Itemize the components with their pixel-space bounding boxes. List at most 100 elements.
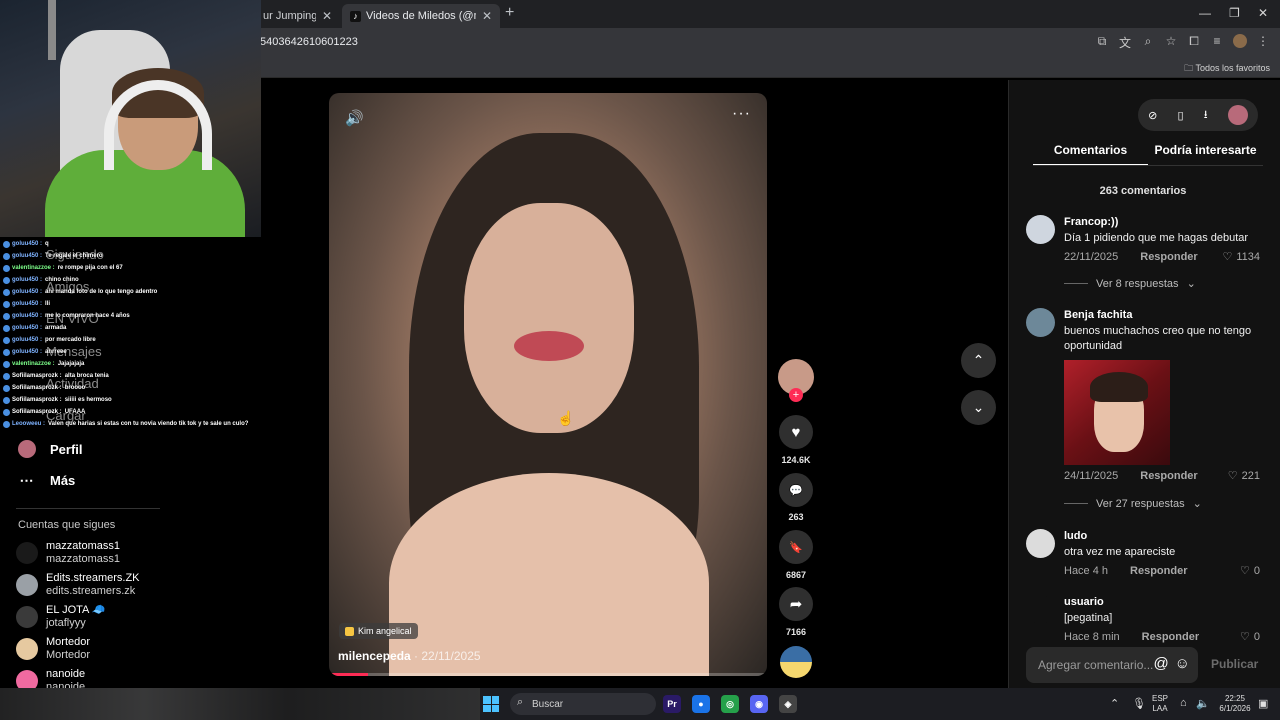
tab-suggested[interactable]: Podría interesarte xyxy=(1148,143,1263,166)
tab-miledos[interactable]: ♪ Videos de Miledos (@milen ✕ xyxy=(342,4,500,28)
comment-author[interactable]: ludo xyxy=(1064,529,1260,543)
comment-author[interactable]: Francop:)) xyxy=(1064,215,1260,229)
view-replies-button[interactable]: Ver 27 respuestas ⌄ xyxy=(1064,497,1202,510)
volume-icon[interactable]: 🔊 xyxy=(345,109,364,127)
speed-icon[interactable]: ⊘ xyxy=(1148,109,1157,122)
chat-message: goluu450 : lli xyxy=(3,298,261,310)
tab-comments[interactable]: Comentarios xyxy=(1033,143,1148,166)
minimize-button[interactable]: — xyxy=(1199,6,1211,20)
comment-like-button[interactable]: ♡ 0 xyxy=(1240,630,1260,644)
save-button[interactable]: 🔖 xyxy=(779,530,813,564)
maximize-button[interactable]: ❐ xyxy=(1229,6,1240,20)
folder-icon: 🗀 xyxy=(1184,63,1194,73)
video-player[interactable]: 🔊 ··· Kim angelical milencepeda · 22/11/… xyxy=(329,93,767,676)
taskbar-search[interactable]: ⌕ Buscar xyxy=(510,693,656,715)
comment-like-button[interactable]: ♡ 221 xyxy=(1228,469,1260,483)
tab-jumping[interactable]: ur Jumping Ski ✕ xyxy=(255,4,340,28)
nav-more[interactable]: ⋯ Más xyxy=(18,472,76,489)
like-button[interactable]: ♥ xyxy=(779,415,813,449)
network-icon[interactable]: ⌂ xyxy=(1180,697,1187,709)
next-video-button[interactable]: ⌄ xyxy=(961,390,996,425)
chat-text: ahi manda foto de lo que tengo adentro xyxy=(45,289,158,295)
chat-badge-icon xyxy=(3,312,10,320)
new-tab-button[interactable]: + xyxy=(505,4,514,22)
reply-button[interactable]: Responder xyxy=(1140,251,1197,263)
microphone-icon[interactable]: 🎙 xyxy=(1132,697,1146,710)
following-item[interactable]: mazzatomass1 mazzatomass1 xyxy=(16,540,120,566)
device-icon[interactable]: ▯ xyxy=(1178,109,1184,122)
effect-tag-label: Kim angelical xyxy=(358,626,412,636)
view-replies-label: Ver 8 respuestas xyxy=(1096,277,1179,290)
taskbar-app-icon[interactable]: ◉ xyxy=(750,695,768,713)
close-tab-icon[interactable]: ✕ xyxy=(322,9,332,23)
chat-message: valentinazzoe : re rompe pija con el 67 xyxy=(3,262,261,274)
share-button[interactable]: ➦ xyxy=(779,587,813,621)
notification-icon[interactable]: ▣ xyxy=(1258,697,1268,710)
reply-button[interactable]: Responder xyxy=(1130,565,1187,577)
language-label: ESP xyxy=(1152,694,1169,703)
all-bookmarks-folder[interactable]: 🗀 Todos los favoritos xyxy=(1184,61,1270,77)
comment-author[interactable]: usuario xyxy=(1064,595,1260,609)
comment-photo[interactable] xyxy=(1064,360,1170,465)
view-replies-button[interactable]: Ver 8 respuestas ⌄ xyxy=(1064,277,1196,290)
publish-button[interactable]: Publicar xyxy=(1211,657,1258,671)
taskbar-app-icon[interactable]: ◎ xyxy=(721,695,739,713)
zoom-icon[interactable]: ⌕ xyxy=(1141,34,1155,51)
share-count: 7166 xyxy=(785,627,807,637)
following-item[interactable]: Mortedor Mortedor xyxy=(16,636,90,662)
avatar[interactable] xyxy=(1026,215,1055,244)
following-name: EL JOTA 🧢 xyxy=(46,604,106,616)
avatar[interactable] xyxy=(1026,529,1055,558)
reply-button[interactable]: Responder xyxy=(1140,470,1197,482)
close-tab-icon[interactable]: ✕ xyxy=(482,9,492,23)
following-item[interactable]: Edits.streamers.ZK edits.streamers.zk xyxy=(16,572,140,598)
emoji-icon[interactable]: ☺ xyxy=(1175,655,1190,672)
comment-input[interactable]: Agregar comentario... @ ☺ xyxy=(1026,647,1198,683)
chat-username: goluu450 : xyxy=(12,349,43,355)
bookmark-icon: 🔖 xyxy=(789,541,803,554)
following-item[interactable]: EL JOTA 🧢 jotaflyyy xyxy=(16,604,106,630)
media-control-icon[interactable]: ≡ xyxy=(1210,34,1224,51)
comment-button[interactable]: 💬 xyxy=(779,473,813,507)
avatar[interactable] xyxy=(1026,308,1055,337)
mention-icon[interactable]: @ xyxy=(1153,655,1168,672)
taskbar-app-icon[interactable]: Pr xyxy=(663,695,681,713)
tray-chevron-icon[interactable]: ⌃ xyxy=(1110,697,1119,710)
follow-plus-button[interactable]: + xyxy=(789,388,803,402)
download-icon[interactable]: ⭳ xyxy=(1204,106,1208,125)
comment-like-button[interactable]: ♡ 0 xyxy=(1240,564,1260,578)
comment-like-button[interactable]: ♡ 1134 xyxy=(1222,250,1260,264)
music-disc[interactable] xyxy=(780,646,812,678)
prev-video-button[interactable]: ⌃ xyxy=(961,343,996,378)
nav-profile[interactable]: Perfil xyxy=(18,440,83,458)
chat-badge-icon xyxy=(3,240,10,248)
mouse-cursor-icon: ☝ xyxy=(557,410,575,426)
translate-icon[interactable]: 文 xyxy=(1118,34,1132,51)
clock[interactable]: 22:25 6/1/2026 xyxy=(1215,694,1255,714)
reply-button[interactable]: Responder xyxy=(1142,631,1199,643)
speaker-icon[interactable]: 🔈 xyxy=(1196,697,1210,710)
cast-icon[interactable]: ⧉ xyxy=(1095,34,1109,51)
chat-username: goluu450 : xyxy=(12,337,43,343)
language-indicator[interactable]: ESP LAA xyxy=(1152,694,1168,714)
menu-icon[interactable]: ⋮ xyxy=(1256,34,1270,51)
comment-author[interactable]: Benja fachita xyxy=(1064,308,1260,322)
bookmark-star-icon[interactable]: ☆ xyxy=(1164,34,1178,51)
profile-avatar[interactable] xyxy=(1233,34,1247,48)
chat-username: Leooweeu : xyxy=(12,421,46,427)
taskbar-app-icon[interactable]: ● xyxy=(692,695,710,713)
taskbar-search-label: Buscar xyxy=(532,698,564,710)
comment-icon: 💬 xyxy=(789,484,803,497)
close-window-button[interactable]: ✕ xyxy=(1258,6,1268,20)
effect-tag[interactable]: Kim angelical xyxy=(339,623,418,639)
avatar[interactable] xyxy=(1227,105,1248,125)
comment-count: 263 xyxy=(788,512,804,522)
avatar[interactable] xyxy=(1026,595,1055,624)
taskbar-app-icon[interactable]: ◈ xyxy=(779,695,797,713)
windows-start-icon[interactable] xyxy=(483,696,499,712)
url-field[interactable]: 5403642610601223 xyxy=(260,36,358,48)
video-more-icon[interactable]: ··· xyxy=(732,105,751,123)
video-author[interactable]: milencepeda · 22/11/2025 xyxy=(338,649,481,663)
extensions-icon[interactable]: ⧠ xyxy=(1187,34,1201,51)
video-progress[interactable] xyxy=(329,673,767,676)
